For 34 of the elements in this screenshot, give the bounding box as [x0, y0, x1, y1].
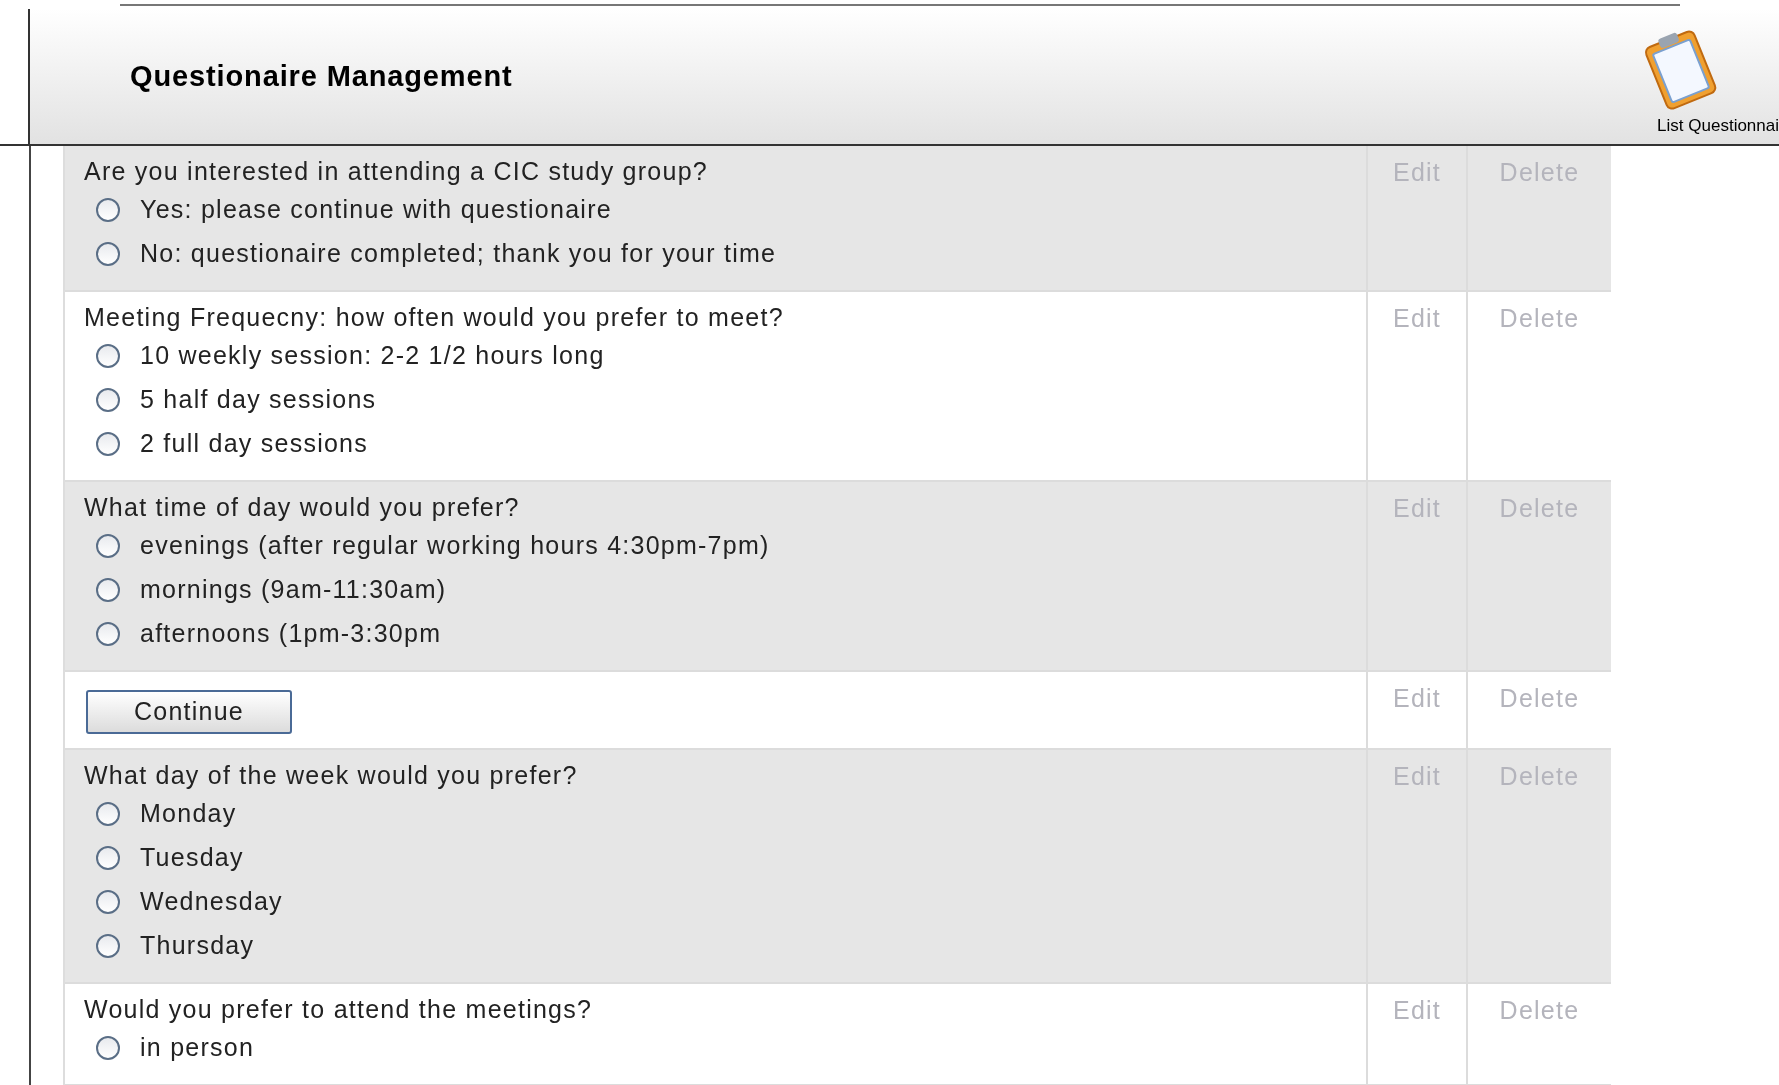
option-label: afternoons (1pm-3:30pm: [140, 618, 442, 650]
radio-button[interactable]: [96, 890, 120, 914]
page-title: Questionaire Management: [130, 58, 513, 94]
option-label: 5 half day sessions: [140, 384, 377, 416]
question-text: Are you interested in attending a CIC study group?: [84, 156, 709, 187]
option-label: 10 weekly session: 2-2 1/2 hours long: [140, 340, 605, 372]
radio-button[interactable]: [96, 198, 120, 222]
option-label: Wednesday: [140, 886, 283, 918]
question-text: Meeting Frequecny: how often would you prefer to meet?: [84, 302, 785, 333]
option-label: Monday: [140, 798, 237, 830]
radio-button[interactable]: [96, 934, 120, 958]
radio-button[interactable]: [96, 622, 120, 646]
option-label: 2 full day sessions: [140, 428, 369, 460]
question-text: What time of day would you prefer?: [84, 492, 521, 523]
option-label: evenings (after regular working hours 4:30pm-7pm): [140, 530, 770, 562]
question-text: What day of the week would you prefer?: [84, 760, 579, 791]
continue-button[interactable]: Continue: [86, 690, 292, 734]
radio-button[interactable]: [96, 344, 120, 368]
option-label: Thursday: [140, 930, 255, 962]
option-label: Yes: please continue with questionaire: [140, 194, 612, 226]
radio-button[interactable]: [96, 1036, 120, 1060]
option-label: Tuesday: [140, 842, 244, 874]
radio-button[interactable]: [96, 578, 120, 602]
radio-button[interactable]: [96, 242, 120, 266]
radio-button[interactable]: [96, 534, 120, 558]
radio-button[interactable]: [96, 846, 120, 870]
radio-button[interactable]: [96, 432, 120, 456]
radio-button[interactable]: [96, 388, 120, 412]
option-label: No: questionaire completed; thank you for your time: [140, 238, 777, 270]
question-text: Would you prefer to attend the meetings?: [84, 994, 594, 1025]
list-questionnaires-link[interactable]: List Questionnai: [1657, 112, 1779, 138]
option-label: mornings (9am-11:30am): [140, 574, 447, 606]
radio-button[interactable]: [96, 802, 120, 826]
option-label: in person: [140, 1032, 255, 1064]
